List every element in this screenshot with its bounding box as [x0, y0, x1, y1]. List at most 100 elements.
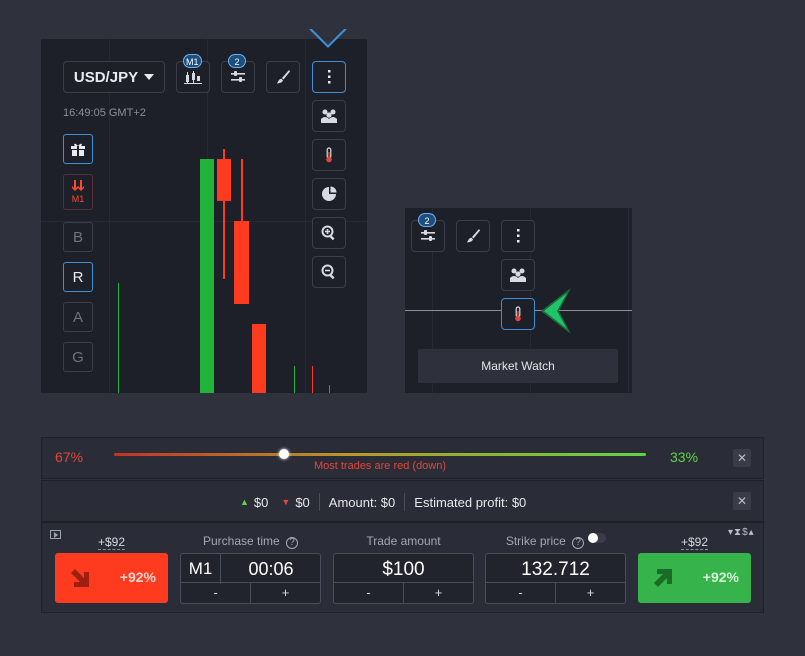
profit-bar: ▲ $0 ▼ $0 Amount: $0 Estimated profit: $… — [41, 480, 764, 522]
sentiment-bar: 67% Most trades are red (down) 33% ✕ — [41, 437, 764, 479]
purchase-time-label: Purchase time ? — [180, 534, 321, 549]
purchase-time-field[interactable]: M1 00:06 - + — [180, 553, 321, 604]
highlight-arrow-icon — [541, 288, 571, 334]
up-value: $0 — [253, 494, 269, 510]
arrow-down-right-icon — [71, 569, 89, 587]
mode-g-button[interactable]: G — [63, 342, 93, 372]
grid-line — [305, 39, 306, 393]
zoom-in-button[interactable] — [312, 217, 346, 249]
candle-down — [252, 324, 266, 393]
trade-panel: +$92 +92% Purchase time ? M1 00:06 - + T… — [41, 522, 764, 613]
sell-button[interactable]: +92% — [55, 553, 168, 603]
divider — [318, 493, 320, 511]
strike-plus-button[interactable]: + — [555, 583, 625, 603]
zoom-out-button[interactable] — [312, 256, 346, 288]
currency-toggle[interactable]: ▾ ⧗ $ ▴ — [728, 527, 754, 538]
caret-down-icon: ▾ — [728, 527, 734, 538]
vertical-dots-icon — [328, 70, 331, 84]
brush-icon — [467, 229, 480, 243]
caret-down-icon — [144, 74, 155, 80]
sentiment-track — [114, 453, 646, 456]
mode-r-button[interactable]: R — [63, 262, 93, 292]
brush-icon — [277, 70, 290, 84]
sentiment-message: Most trades are red (down) — [313, 460, 447, 472]
candle-down — [217, 159, 231, 201]
trade-amount-field[interactable]: $100 - + — [333, 553, 474, 604]
currency-symbol: $ — [742, 527, 748, 538]
mode-b-button[interactable]: B — [63, 222, 93, 252]
social-button[interactable] — [312, 100, 346, 132]
close-icon: ✕ — [736, 451, 748, 465]
candles-button[interactable]: M1 — [176, 54, 210, 93]
sell-payout: +$92 — [98, 535, 126, 550]
pair-selector[interactable]: USD/JPY — [63, 61, 165, 93]
play-icon[interactable] — [50, 530, 61, 539]
mode-a-button[interactable]: A — [63, 302, 93, 332]
zoom-out-icon — [321, 264, 335, 280]
close-sentiment-button[interactable]: ✕ — [733, 449, 751, 467]
social-button[interactable] — [501, 259, 535, 291]
thermometer-icon — [326, 147, 332, 163]
strike-price-toggle[interactable] — [588, 533, 606, 543]
close-profit-button[interactable]: ✕ — [733, 492, 751, 510]
toggle-knob — [588, 533, 598, 543]
divider — [404, 493, 406, 511]
strike-price-label-text: Strike price — [505, 534, 566, 548]
pair-label: USD/JPY — [73, 68, 139, 86]
market-watch-button[interactable] — [312, 139, 346, 171]
amount-plus-button[interactable]: + — [403, 583, 473, 603]
amount-text: Amount: $0 — [328, 494, 396, 510]
zoom-in-icon — [321, 225, 335, 241]
sentiment-knob[interactable] — [279, 449, 290, 459]
timeframe-unit[interactable]: M1 — [181, 554, 221, 584]
pointer-arrow-icon — [309, 29, 347, 48]
up-percent: 33% — [670, 449, 699, 465]
candle-wick — [312, 366, 313, 393]
profit-summary: ▲ $0 ▼ $0 Amount: $0 Estimated profit: $… — [240, 493, 526, 511]
down-arrows-icon — [72, 180, 84, 191]
time-plus-button[interactable]: + — [250, 583, 320, 603]
close-icon: ✕ — [736, 494, 748, 508]
pie-chart-icon — [322, 186, 337, 201]
indicators-button[interactable]: 2 — [411, 213, 445, 252]
zoom-callout-panel: 2 Market Watch — [405, 208, 632, 393]
purchase-time-label-text: Purchase time — [202, 534, 280, 548]
users-icon — [510, 268, 526, 282]
sentiment-button[interactable] — [312, 178, 346, 210]
market-watch-tooltip: Market Watch — [418, 349, 618, 383]
chart-panel[interactable]: USD/JPY 16:49:05 GMT+2 M1 2 M1 B R A G — [41, 39, 367, 393]
buy-payout: +$92 — [681, 535, 709, 550]
indicators-count-badge: 2 — [228, 54, 246, 68]
indicators-button[interactable]: 2 — [221, 54, 255, 93]
sell-label: +92% — [119, 569, 156, 585]
more-button[interactable] — [501, 220, 535, 252]
gift-icon — [71, 143, 85, 156]
sliders-icon — [421, 230, 435, 241]
strike-price-field[interactable]: 132.712 - + — [485, 553, 626, 604]
amount-minus-button[interactable]: - — [334, 583, 403, 603]
help-icon[interactable]: ? — [572, 537, 585, 549]
candle-down — [234, 221, 249, 304]
buy-button[interactable]: +92% — [638, 553, 751, 603]
candle-up — [200, 159, 214, 393]
server-clock: 16:49:05 GMT+2 — [63, 107, 146, 119]
estimated-profit-text: Estimated profit: $0 — [414, 494, 527, 510]
help-icon[interactable]: ? — [286, 537, 299, 549]
time-minus-button[interactable]: - — [181, 583, 250, 603]
trade-amount-value[interactable]: $100 — [334, 559, 473, 581]
signals-button[interactable]: M1 — [63, 174, 93, 210]
candle-wick — [329, 385, 330, 393]
candle-wick — [294, 366, 295, 393]
caret-up-icon: ▴ — [748, 527, 754, 538]
market-watch-button[interactable] — [501, 298, 535, 330]
more-button[interactable] — [312, 61, 346, 93]
strike-minus-button[interactable]: - — [486, 583, 555, 603]
strike-price-value[interactable]: 132.712 — [486, 559, 625, 581]
purchase-time-value[interactable]: 00:06 — [221, 559, 321, 580]
signals-timeframe: M1 — [71, 194, 85, 204]
drawing-button[interactable] — [266, 61, 300, 93]
hourglass-icon: ⧗ — [734, 527, 742, 538]
sliders-icon — [231, 71, 245, 82]
drawing-button[interactable] — [456, 220, 490, 252]
gift-button[interactable] — [63, 134, 93, 164]
